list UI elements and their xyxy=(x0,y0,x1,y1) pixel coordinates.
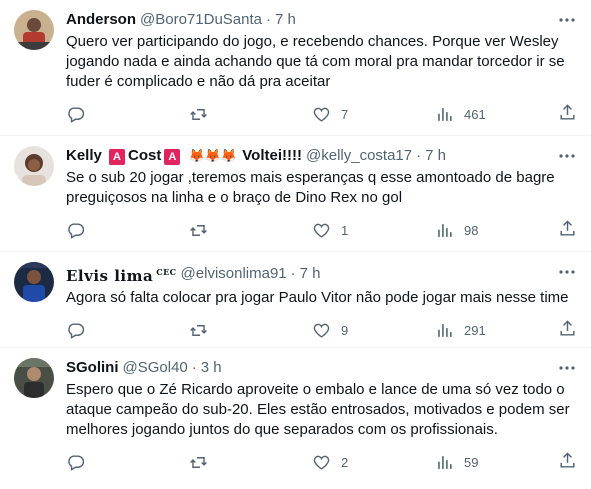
retweet-icon xyxy=(190,324,207,336)
more-options-icon[interactable] xyxy=(557,358,577,378)
avatar[interactable] xyxy=(14,358,54,398)
tweet[interactable]: Elvis lima CEC @elvisonlima91 · 7 h Agora… xyxy=(0,252,591,348)
views-button[interactable]: 59 xyxy=(435,453,558,472)
like-count: 1 xyxy=(341,222,349,238)
share-icon xyxy=(560,220,575,236)
share-icon xyxy=(560,452,575,468)
heart-icon xyxy=(313,323,330,338)
retweet-icon xyxy=(190,224,207,236)
share-icon xyxy=(560,104,575,120)
name-badge: A xyxy=(109,149,126,165)
tweet-actions: 7 461 xyxy=(66,96,579,132)
tweet-text: Espero que o Zé Ricardo aproveite o emba… xyxy=(66,381,570,438)
name-part: Cost xyxy=(128,147,162,164)
more-options-icon[interactable] xyxy=(557,10,577,30)
tweet-text: Agora só falta colocar pra jogar Paulo V… xyxy=(66,289,569,306)
heart-icon xyxy=(313,455,330,470)
display-name[interactable]: Elvis lima CEC xyxy=(66,262,177,286)
retweet-button[interactable] xyxy=(189,453,312,472)
user-handle[interactable]: @Boro71DuSanta xyxy=(140,10,262,30)
more-options-icon[interactable] xyxy=(557,146,577,166)
views-icon xyxy=(438,323,452,337)
heart-icon xyxy=(313,107,330,122)
views-icon xyxy=(438,107,452,121)
reply-icon xyxy=(68,106,85,123)
like-count: 7 xyxy=(341,106,349,122)
user-handle[interactable]: @elvisonlima91 xyxy=(181,264,287,284)
separator: · xyxy=(290,265,296,282)
like-button[interactable]: 7 xyxy=(312,105,435,124)
like-count: 9 xyxy=(341,322,349,338)
like-button[interactable]: 1 xyxy=(312,221,435,240)
share-button[interactable] xyxy=(558,103,577,125)
timestamp[interactable]: 7 h xyxy=(425,146,446,166)
display-name[interactable]: Anderson xyxy=(66,10,136,30)
tweet-header: Elvis lima CEC @elvisonlima91 · 7 h xyxy=(66,262,579,286)
more-options-icon[interactable] xyxy=(557,262,577,282)
like-count: 2 xyxy=(341,454,349,470)
avatar[interactable] xyxy=(14,10,54,50)
timestamp[interactable]: 7 h xyxy=(300,264,321,284)
views-icon xyxy=(438,455,452,469)
reply-icon xyxy=(68,222,85,239)
separator: · xyxy=(266,11,271,28)
timestamp[interactable]: 7 h xyxy=(275,10,296,30)
tweet-header: Kelly A Cost A 🦊🦊🦊 Voltei!!!! @kelly_costa… xyxy=(66,146,579,166)
heart-icon xyxy=(313,223,330,238)
avatar[interactable] xyxy=(14,146,54,186)
retweet-icon xyxy=(190,108,207,120)
user-handle[interactable]: @kelly_costa17 xyxy=(306,146,412,166)
reply-button[interactable] xyxy=(66,105,189,124)
reply-button[interactable] xyxy=(66,221,189,240)
fox-emoji: 🦊🦊🦊 xyxy=(188,148,238,163)
display-name[interactable]: SGolini xyxy=(66,358,119,378)
views-button[interactable]: 98 xyxy=(435,221,558,240)
name-suffix: CEC xyxy=(156,267,177,277)
tweet-text: Se o sub 20 jogar ,teremos mais esperanç… xyxy=(66,169,555,206)
view-count: 291 xyxy=(464,322,486,338)
retweet-button[interactable] xyxy=(189,105,312,124)
tweet-actions: 1 98 xyxy=(66,212,579,248)
timestamp[interactable]: 3 h xyxy=(201,358,222,378)
share-button[interactable] xyxy=(558,219,577,241)
tweet[interactable]: Anderson @Boro71DuSanta · 7 h Quero ver … xyxy=(0,0,591,136)
view-count: 59 xyxy=(464,454,479,470)
retweet-icon xyxy=(190,456,207,468)
reply-button[interactable] xyxy=(66,453,189,472)
tweet[interactable]: SGolini @SGol40 · 3 h Espero que o Zé Ri… xyxy=(0,348,591,489)
name-part: Kelly xyxy=(66,147,102,164)
views-button[interactable]: 291 xyxy=(435,321,558,340)
separator: · xyxy=(191,359,197,376)
reply-icon xyxy=(68,322,85,339)
reply-button[interactable] xyxy=(66,321,189,340)
like-button[interactable]: 9 xyxy=(312,321,435,340)
user-handle[interactable]: @SGol40 xyxy=(123,358,188,378)
separator: · xyxy=(416,147,422,164)
tweet[interactable]: Kelly A Cost A 🦊🦊🦊 Voltei!!!! @kelly_costa… xyxy=(0,136,591,252)
tweet-text: Quero ver participando do jogo, e recebe… xyxy=(66,33,565,90)
view-count: 461 xyxy=(464,106,486,122)
views-button[interactable]: 461 xyxy=(435,105,558,124)
retweet-button[interactable] xyxy=(189,321,312,340)
tweet-header: Anderson @Boro71DuSanta · 7 h xyxy=(66,10,579,30)
avatar[interactable] xyxy=(14,262,54,302)
reply-icon xyxy=(68,454,85,471)
share-icon xyxy=(560,320,575,336)
tweet-actions: 2 59 xyxy=(66,444,579,480)
retweet-button[interactable] xyxy=(189,221,312,240)
tweet-header: SGolini @SGol40 · 3 h xyxy=(66,358,579,378)
views-icon xyxy=(438,223,452,237)
share-button[interactable] xyxy=(558,319,577,341)
view-count: 98 xyxy=(464,222,479,238)
name-badge: A xyxy=(164,149,181,165)
share-button[interactable] xyxy=(558,451,577,473)
name-part: Voltei!!!! xyxy=(242,147,302,164)
name-part: Elvis lima xyxy=(66,267,154,285)
like-button[interactable]: 2 xyxy=(312,453,435,472)
display-name[interactable]: Kelly A Cost A 🦊🦊🦊 Voltei!!!! xyxy=(66,146,302,166)
tweet-actions: 9 291 xyxy=(66,312,579,348)
